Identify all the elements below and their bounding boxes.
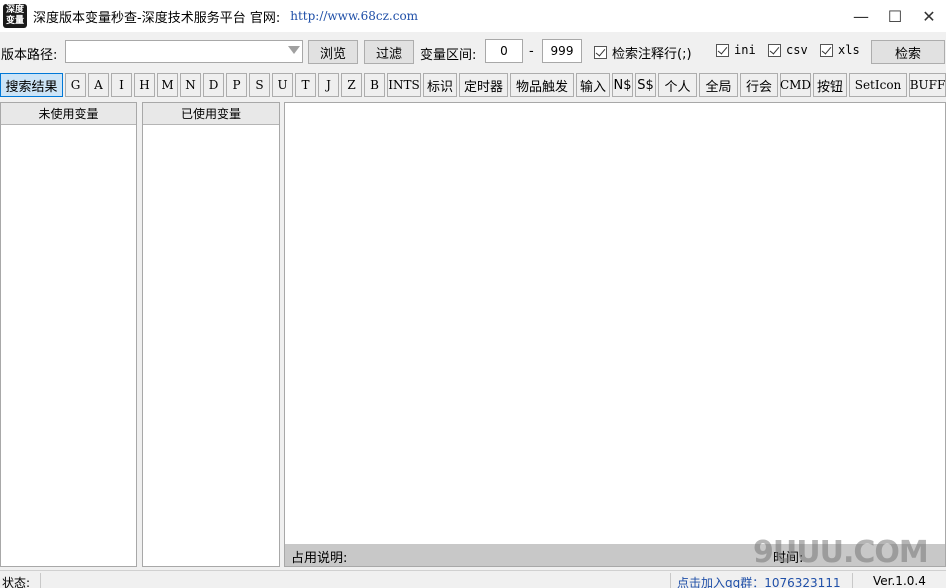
unused-variables-header[interactable]: 未使用变量 [1,103,136,125]
used-variables-header[interactable]: 已使用变量 [143,103,279,125]
filter-button[interactable]: 过滤 [364,40,414,64]
app-logo-icon: 深度 变量 [3,4,27,28]
close-button[interactable]: ✕ [912,0,946,32]
checkbox-comment-lines[interactable]: 检索注释行(;) [594,43,692,62]
range-label: 变量区间: [420,48,477,63]
tab-ints[interactable]: INTS [387,73,421,97]
tab-global[interactable]: 全局 [699,73,738,97]
tab-timers[interactable]: 定时器 [459,73,508,97]
tab-seticon[interactable]: SetIcon [849,73,907,97]
checkbox-xls[interactable]: xls [820,43,860,57]
tab-item-triggers[interactable]: 物品触发 [510,73,574,97]
unused-variables-panel[interactable]: 未使用变量 [0,102,137,567]
tab-buttons[interactable]: 按钮 [813,73,847,97]
checkbox-ini[interactable]: ini [716,43,756,57]
status-divider [40,573,41,588]
range-dash: - [529,44,534,59]
results-panel[interactable]: 占用说明: 时间: 9UUU.COM [284,102,946,570]
tab-p[interactable]: P [226,73,247,97]
tab-z[interactable]: Z [341,73,362,97]
toolbar: 版本路径: 浏览 过滤 变量区间: 0 - 999 检索注释行(;) ini c… [0,36,946,66]
tab-personal[interactable]: 个人 [658,73,697,97]
browse-button[interactable]: 浏览 [308,40,358,64]
search-button[interactable]: 检索 [871,40,945,64]
path-combobox[interactable] [65,40,303,63]
tab-i[interactable]: I [111,73,132,97]
tab-a[interactable]: A [88,73,109,97]
range-from-input[interactable]: 0 [485,39,523,63]
minimize-button[interactable]: — [844,0,878,32]
usage-description-label: 占用说明: [291,551,348,566]
app-logo-text-top: 深度 [5,5,24,15]
variable-type-tabs: 搜索结果 G A I H M N D P S U T J Z B INTS 标识… [0,73,946,97]
used-variables-panel[interactable]: 已使用变量 [142,102,280,567]
maximize-icon: ☐ [887,6,903,26]
status-divider [852,573,853,588]
tab-flags[interactable]: 标识 [423,73,457,97]
checkbox-checked-icon[interactable] [594,46,607,59]
window-controls: — ☐ ✕ [844,0,946,32]
path-label: 版本路径: [1,48,58,63]
status-label: 状态: [2,576,31,588]
tab-n-dollar[interactable]: N$ [612,73,633,97]
tab-guild[interactable]: 行会 [740,73,778,97]
checkbox-xls-label: xls [838,43,860,57]
range-to-input[interactable]: 999 [542,39,582,63]
tab-n[interactable]: N [180,73,201,97]
tab-m[interactable]: M [157,73,178,97]
checkbox-comment-lines-label: 检索注释行(;) [612,47,692,62]
app-logo-text-bottom: 变量 [5,16,24,26]
close-icon: ✕ [922,6,936,26]
tab-d[interactable]: D [203,73,224,97]
checkbox-csv-label: csv [786,43,808,57]
maximize-button[interactable]: ☐ [878,0,912,32]
status-bar: 状态: 点击加入qq群：1076323111 Ver.1.0.4 [0,570,946,588]
window-title: 深度版本变量秒查-深度技术服务平台 官网: [33,10,281,26]
chevron-down-icon[interactable] [288,46,300,54]
checkbox-csv[interactable]: csv [768,43,808,57]
tab-s-dollar[interactable]: S$ [635,73,656,97]
website-link[interactable]: http://www.68cz.com [290,9,418,23]
tab-t[interactable]: T [295,73,316,97]
tab-cmd[interactable]: CMD [780,73,811,97]
checkbox-checked-icon[interactable] [820,43,833,57]
tab-input[interactable]: 输入 [576,73,610,97]
checkbox-checked-icon[interactable] [716,43,729,57]
tab-s[interactable]: S [249,73,270,97]
version-label: Ver.1.0.4 [873,574,926,588]
tab-search-results[interactable]: 搜索结果 [0,73,63,97]
tab-b[interactable]: B [364,73,385,97]
tab-j[interactable]: J [318,73,339,97]
tab-u[interactable]: U [272,73,293,97]
tab-buff[interactable]: BUFF [909,73,946,97]
usage-info-bar: 占用说明: 时间: 9UUU.COM [285,535,945,570]
status-divider [670,573,671,588]
qq-group-link[interactable]: 点击加入qq群：1076323111 [677,574,841,588]
checkbox-checked-icon[interactable] [768,43,781,57]
minimize-icon: — [853,6,869,26]
watermark-logo: 9UUU.COM [753,535,929,570]
tab-h[interactable]: H [134,73,155,97]
tab-g[interactable]: G [65,73,86,97]
title-bar: 深度 变量 深度版本变量秒查-深度技术服务平台 官网: http://www.6… [0,0,946,32]
checkbox-ini-label: ini [734,43,756,57]
